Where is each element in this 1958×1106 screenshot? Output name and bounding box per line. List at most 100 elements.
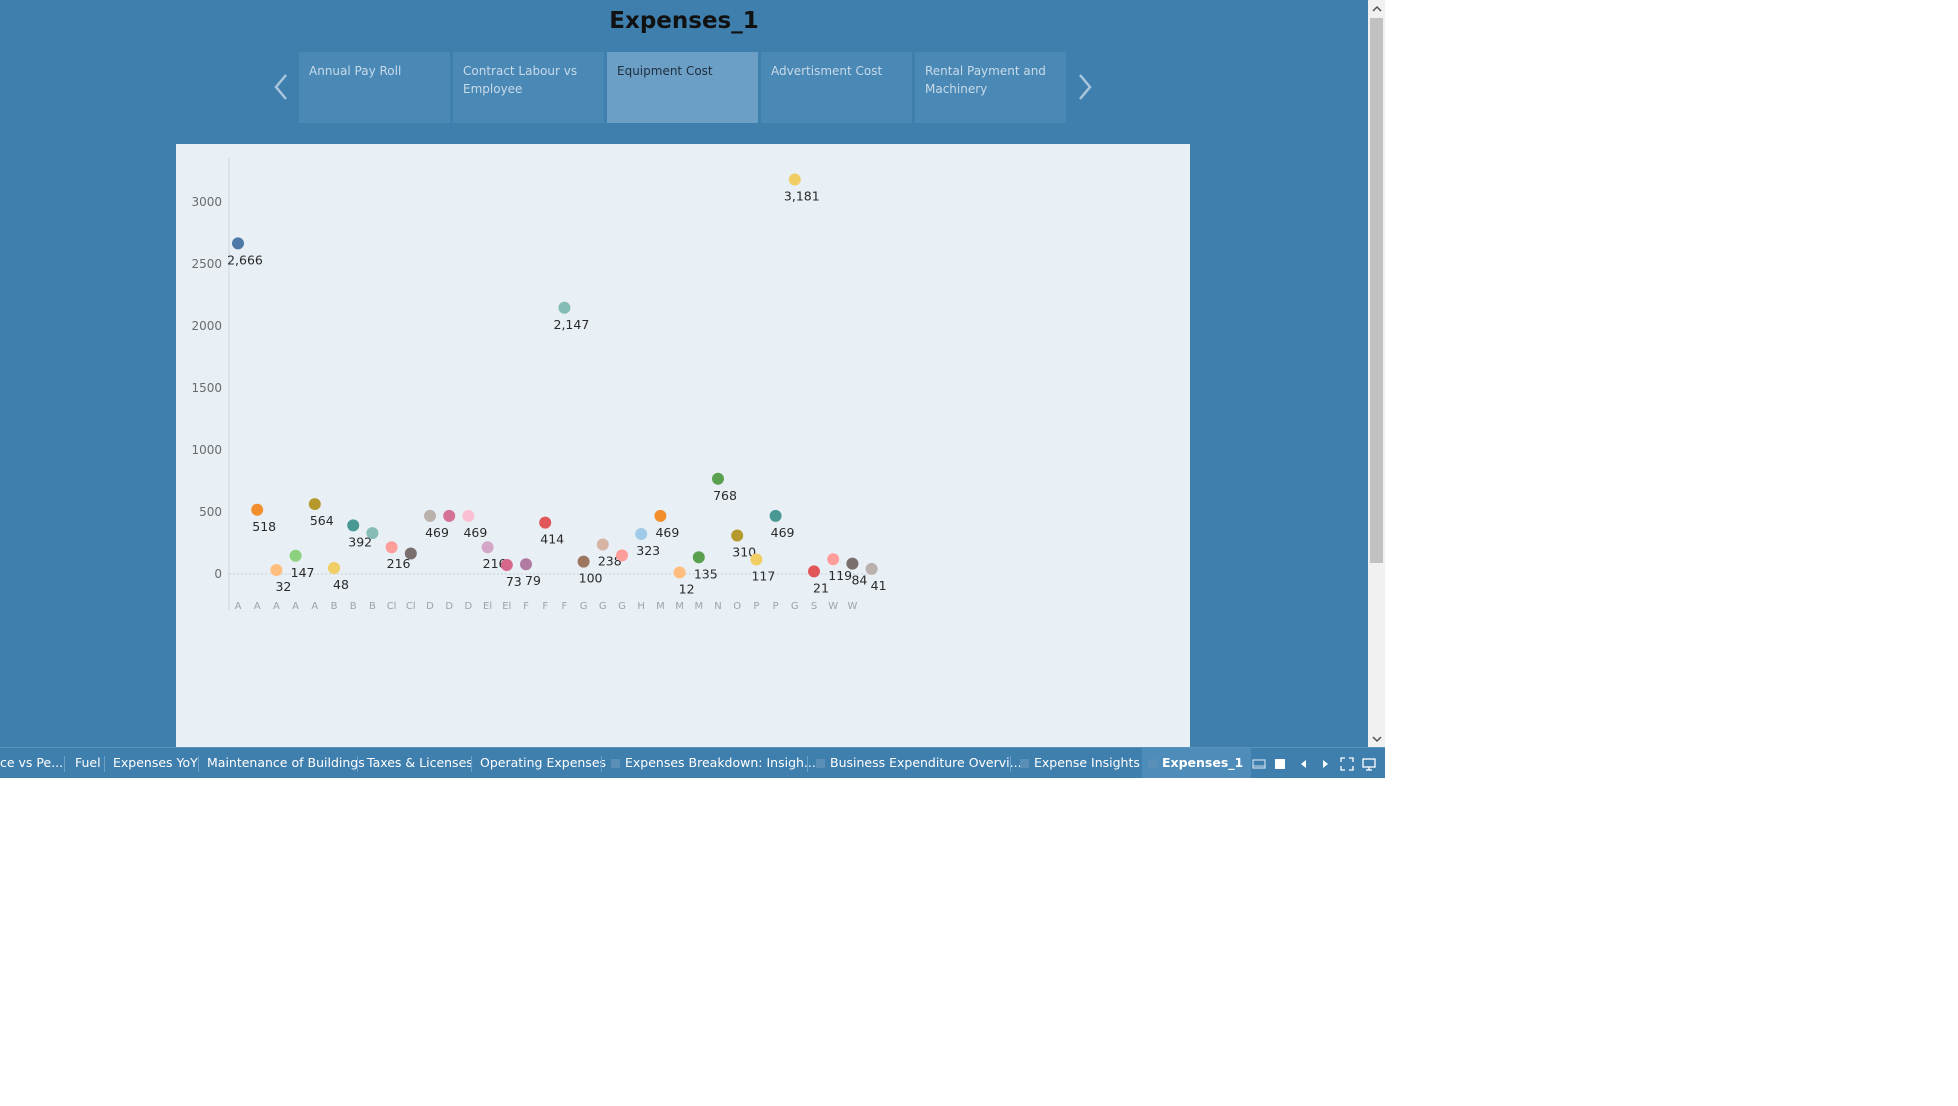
y-tick-label: 2500 xyxy=(191,257,222,271)
data-label: 2,666 xyxy=(227,252,263,267)
data-point xyxy=(539,516,552,529)
story-tab-advertisment-cost[interactable]: Advertisment Cost xyxy=(761,52,912,123)
sheet-tab-expenses-yoy[interactable]: Expenses YoY xyxy=(113,748,198,778)
x-tick-label: El xyxy=(483,601,492,612)
data-point xyxy=(462,509,475,522)
data-label: 414 xyxy=(540,532,564,547)
data-point xyxy=(270,564,283,577)
x-tick-label: D xyxy=(465,601,473,612)
story-tab-label: Contract Labour vs Employee xyxy=(463,64,578,96)
scroll-down-button[interactable] xyxy=(1368,730,1385,747)
prev-story-button[interactable] xyxy=(269,70,293,104)
sheet-tab-performance[interactable]: ce vs Pe... xyxy=(0,748,63,778)
dashboard-icon xyxy=(816,759,825,768)
data-point xyxy=(385,541,398,554)
data-point xyxy=(865,562,878,575)
data-label: 84 xyxy=(851,573,867,588)
sheet-tab-expenses-1[interactable]: Expenses_1 xyxy=(1142,748,1252,778)
scrollbar-thumb[interactable] xyxy=(1370,18,1383,563)
x-tick-label: A xyxy=(235,601,242,612)
tab-divider xyxy=(471,756,472,772)
sheet-tab-fuel[interactable]: Fuel xyxy=(75,748,101,778)
x-tick-label: M xyxy=(675,601,684,612)
tab-divider xyxy=(198,756,199,772)
dashboard-icon xyxy=(611,759,620,768)
sheet-tab-taxes[interactable]: Taxes & Licenses xyxy=(367,748,473,778)
data-point xyxy=(232,237,244,250)
data-label: 323 xyxy=(636,543,660,558)
data-point xyxy=(308,498,321,511)
dashboard-icon xyxy=(1020,759,1029,768)
sheet-tab-expenses-breakdown[interactable]: Expenses Breakdown: Insigh... xyxy=(611,748,816,778)
data-point xyxy=(673,566,686,579)
story-tab-contract-labour[interactable]: Contract Labour vs Employee xyxy=(453,52,604,123)
data-label: 518 xyxy=(252,519,276,534)
data-label: 768 xyxy=(713,488,737,503)
story-tab-rental-payment[interactable]: Rental Payment and Machinery xyxy=(915,52,1066,123)
data-point xyxy=(404,547,417,560)
scroll-up-button[interactable] xyxy=(1368,0,1385,17)
data-label: 41 xyxy=(871,578,887,593)
sheet-tab-label: Business Expenditure Overvi... xyxy=(830,755,1022,770)
data-point xyxy=(846,557,859,570)
data-point xyxy=(443,509,456,522)
story-tab-annual-pay-roll[interactable]: Annual Pay Roll xyxy=(299,52,450,123)
x-tick-label: A xyxy=(273,601,280,612)
x-tick-label: G xyxy=(580,601,588,612)
data-point xyxy=(750,553,763,566)
scatter-chart: 0 500 1000 1500 2000 2500 3000 2,666 518 32147 564… xyxy=(191,158,887,612)
chevron-right-icon xyxy=(1079,74,1092,100)
tab-divider xyxy=(104,756,105,772)
x-tick-label: B xyxy=(350,601,357,612)
data-label: 147 xyxy=(291,565,315,580)
sheet-tab-operating-expenses[interactable]: Operating Expenses xyxy=(480,748,606,778)
story-tab-equipment-cost[interactable]: Equipment Cost xyxy=(607,52,758,123)
y-tick-label: 1000 xyxy=(191,443,222,457)
previous-sheet-icon[interactable] xyxy=(1296,756,1312,772)
x-tick-label: B xyxy=(331,601,338,612)
sheet-tab-label: Expenses YoY xyxy=(113,755,198,770)
sheet-tab-label: Operating Expenses xyxy=(480,755,607,770)
data-point xyxy=(712,472,724,485)
data-label: 21 xyxy=(813,580,829,595)
data-point xyxy=(788,173,801,186)
data-label: 12 xyxy=(679,582,695,597)
tab-divider xyxy=(64,756,65,772)
x-tick-label: F xyxy=(562,601,568,612)
arrow-up-icon xyxy=(1371,5,1382,12)
x-tick-label: F xyxy=(542,601,548,612)
presentation-mode-icon[interactable] xyxy=(1361,756,1377,772)
data-point xyxy=(500,558,513,571)
show-sheet-icon[interactable] xyxy=(1272,756,1288,772)
data-point xyxy=(251,503,264,516)
x-tick-label: N xyxy=(714,601,721,612)
dashboard-window: Expenses_1 Annual Pay Roll Contract Labo… xyxy=(0,0,1368,778)
x-tick-label: F xyxy=(523,601,529,612)
data-label: 469 xyxy=(655,525,679,540)
next-story-button[interactable] xyxy=(1073,70,1097,104)
data-point xyxy=(692,551,705,564)
data-point xyxy=(558,301,571,314)
story-tab-label: Advertisment Cost xyxy=(771,64,883,78)
next-sheet-icon[interactable] xyxy=(1317,756,1333,772)
data-label: 79 xyxy=(525,573,541,588)
sheet-tab-expense-insights[interactable]: Expense Insights xyxy=(1020,748,1140,778)
chart-panel: 0 500 1000 1500 2000 2500 3000 2,666 518 32 147 564… xyxy=(176,144,1190,749)
data-label: 469 xyxy=(771,525,795,540)
story-tab-label: Rental Payment and Machinery xyxy=(925,64,1046,96)
data-label: 3,181 xyxy=(784,189,820,204)
data-point xyxy=(769,509,782,522)
sheet-tab-maintenance[interactable]: Maintenance of Buildings xyxy=(207,748,365,778)
data-point xyxy=(481,541,494,554)
tab-divider xyxy=(357,756,358,772)
show-filmstrip-icon[interactable] xyxy=(1251,756,1267,772)
x-tick-label: Cl xyxy=(387,601,397,612)
sheet-tab-bar: ce vs Pe... Fuel Expenses YoY Maintenanc… xyxy=(0,747,1385,778)
sheet-tab-label: Expense Insights xyxy=(1034,755,1140,770)
y-tick-label: 0 xyxy=(214,567,222,581)
fullscreen-icon[interactable] xyxy=(1339,756,1355,772)
data-point xyxy=(808,565,820,578)
data-label: 117 xyxy=(751,568,775,583)
sheet-tab-business-expenditure[interactable]: Business Expenditure Overvi... xyxy=(816,748,1022,778)
data-label: 73 xyxy=(506,574,522,589)
